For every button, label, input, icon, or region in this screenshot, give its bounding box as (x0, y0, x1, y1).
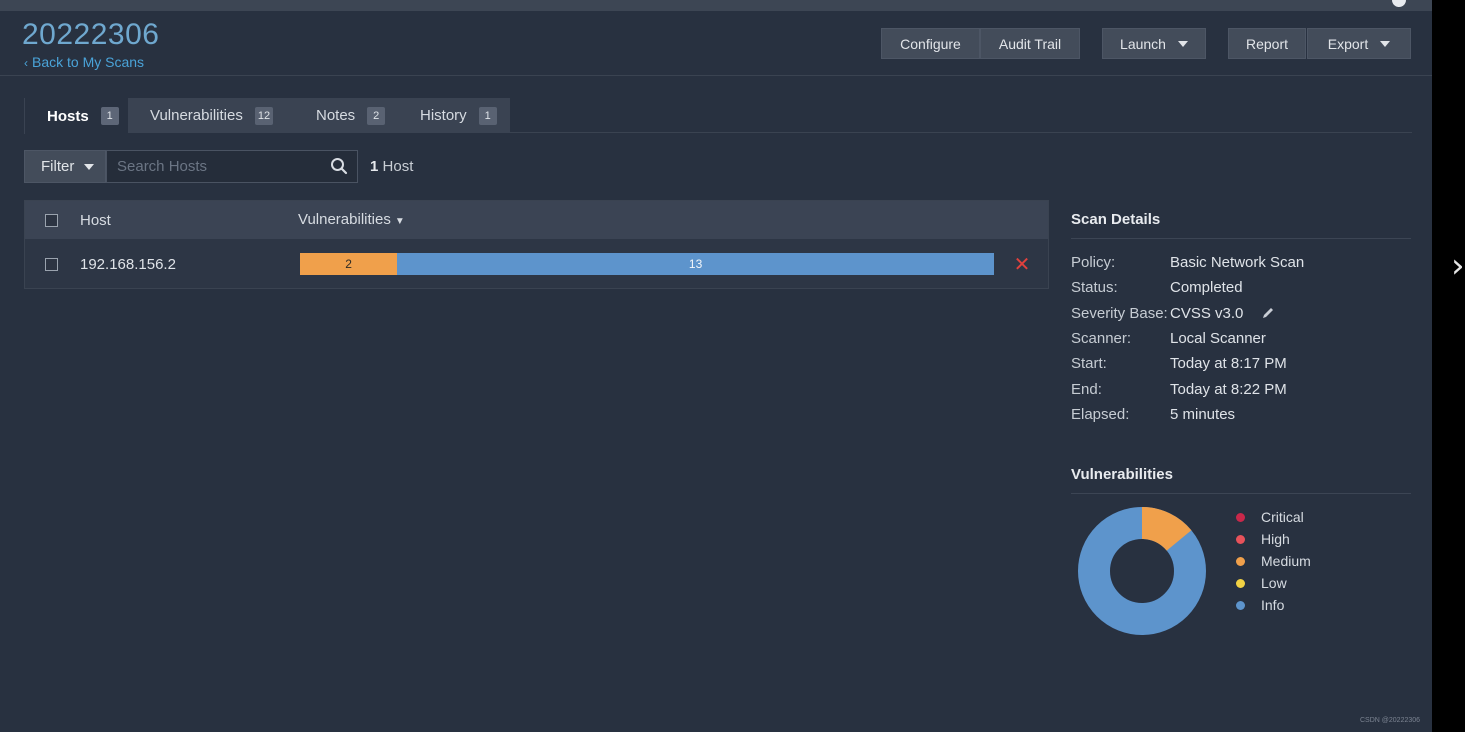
launch-label: Launch (1120, 35, 1166, 52)
detail-value: Local Scanner (1170, 330, 1266, 348)
scan-details-title: Scan Details (1071, 211, 1161, 228)
vulnerabilities-donut-chart (1077, 506, 1207, 636)
detail-row-status: Status: Completed (1071, 275, 1411, 300)
tab-notes-count: 2 (367, 106, 386, 125)
legend-label: Critical (1261, 509, 1304, 525)
host-count-number: 1 (370, 158, 379, 175)
detail-row-start: Start: Today at 8:17 PM (1071, 351, 1411, 376)
vulnerabilities-legend: Critical High Medium Low Info (1234, 506, 1311, 616)
sort-down-icon: ▼ (394, 216, 405, 227)
user-avatar-icon[interactable] (1392, 0, 1406, 7)
legend-label: High (1261, 531, 1290, 547)
tab-vulnerabilities-count: 12 (254, 106, 274, 125)
scan-details-divider (1071, 238, 1411, 239)
tab-notes-label: Notes (316, 107, 356, 124)
detail-value: Today at 8:22 PM (1170, 380, 1287, 398)
launch-button[interactable]: Launch (1102, 28, 1206, 59)
tab-vulnerabilities[interactable]: Vulnerabilities 12 (150, 98, 274, 133)
page-title: 20222306 (22, 18, 160, 51)
detail-key: Severity Base: (1071, 304, 1168, 322)
filter-label: Filter (41, 158, 75, 175)
detail-key: Scanner: (1071, 330, 1132, 348)
high-dot-icon (1236, 534, 1245, 544)
legend-label: Medium (1261, 553, 1311, 569)
vulnerability-bar[interactable]: 2 13 (300, 253, 994, 275)
detail-value: Completed (1170, 279, 1243, 297)
low-dot-icon (1236, 578, 1245, 588)
detail-key: End: (1071, 380, 1102, 398)
tab-bar: Hosts 1 Vulnerabilities 12 Notes 2 History 1 (24, 98, 510, 134)
filter-dropdown[interactable]: Filter (24, 150, 106, 183)
detail-value: Basic Network Scan (1170, 254, 1305, 272)
app-window: 20222306 ‹ Back to My Scans Configure Aud… (0, 0, 1432, 732)
caret-down-icon (1177, 40, 1188, 47)
tab-history-label: History (420, 107, 467, 124)
detail-row-severity-base: Severity Base: CVSS v3.0 (1071, 301, 1411, 326)
detail-key: Status: (1071, 279, 1118, 297)
column-host[interactable]: Host (80, 212, 111, 229)
critical-dot-icon (1236, 512, 1245, 522)
legend-high[interactable]: High (1234, 528, 1311, 550)
medium-segment: 2 (300, 253, 398, 275)
tab-vulnerabilities-label: Vulnerabilities (150, 107, 243, 124)
scan-details: Policy: Basic Network Scan Status: Complet… (1071, 250, 1411, 427)
tab-history[interactable]: History 1 (420, 98, 497, 133)
select-all-checkbox[interactable] (45, 214, 58, 227)
legend-medium[interactable]: Medium (1234, 550, 1311, 572)
row-checkbox[interactable] (45, 258, 58, 271)
tab-hosts[interactable]: Hosts 1 (24, 98, 128, 134)
detail-row-policy: Policy: Basic Network Scan (1071, 250, 1411, 275)
pencil-icon[interactable] (1261, 306, 1275, 320)
tab-hosts-count: 1 (100, 107, 119, 125)
hosts-table: Host Vulnerabilities ▼ 192.168.156.2 2 13… (24, 200, 1049, 289)
tab-hosts-label: Hosts (47, 107, 89, 125)
vulnerabilities-title: Vulnerabilities (1071, 466, 1173, 483)
legend-label: Info (1261, 597, 1285, 613)
top-strip (0, 0, 1432, 11)
detail-row-end: End: Today at 8:22 PM (1071, 376, 1411, 401)
legend-critical[interactable]: Critical (1234, 506, 1311, 528)
vulnerabilities-divider (1071, 493, 1411, 494)
search-icon[interactable] (330, 157, 348, 175)
medium-dot-icon (1236, 556, 1245, 566)
caret-down-icon (84, 163, 95, 170)
report-button[interactable]: Report (1228, 28, 1306, 59)
info-segment: 13 (397, 253, 994, 275)
host-count-label: Host (382, 158, 414, 175)
legend-info[interactable]: Info (1234, 594, 1311, 616)
tab-notes[interactable]: Notes 2 (316, 98, 386, 133)
legend-label: Low (1261, 575, 1287, 591)
detail-key: Policy: (1071, 254, 1116, 272)
table-header: Host Vulnerabilities ▼ (25, 201, 1048, 239)
detail-row-elapsed: Elapsed: 5 minutes (1071, 402, 1411, 427)
header-divider (0, 75, 1432, 76)
watermark: CSDN @20222306 (1360, 717, 1421, 724)
chevron-left-icon: ‹ (24, 56, 28, 70)
detail-key: Elapsed: (1071, 405, 1130, 423)
detail-key: Start: (1071, 355, 1107, 373)
host-ip: 192.168.156.2 (80, 256, 176, 273)
remove-host-icon[interactable]: ✕ (1013, 252, 1031, 276)
host-count: 1 Host (370, 158, 413, 175)
info-dot-icon (1236, 600, 1245, 610)
search-hosts-input[interactable] (106, 150, 358, 183)
detail-value: CVSS v3.0 (1170, 304, 1244, 322)
detail-row-scanner: Scanner: Local Scanner (1071, 326, 1411, 351)
export-label: Export (1327, 35, 1369, 52)
configure-button[interactable]: Configure (881, 28, 980, 59)
detail-value: 5 minutes (1170, 405, 1236, 423)
tab-history-count: 1 (478, 106, 497, 125)
column-vulnerabilities-label: Vulnerabilities (298, 211, 391, 228)
tab-divider (510, 132, 1412, 133)
column-vulnerabilities[interactable]: Vulnerabilities ▼ (298, 211, 405, 228)
legend-low[interactable]: Low (1234, 572, 1311, 594)
detail-value: Today at 8:17 PM (1170, 355, 1287, 373)
chevron-right-icon[interactable]: › (1451, 246, 1465, 286)
back-link-label: Back to My Scans (32, 54, 145, 70)
export-button[interactable]: Export (1307, 28, 1411, 59)
caret-down-icon (1380, 40, 1391, 47)
back-to-scans-link[interactable]: ‹ Back to My Scans (24, 54, 144, 70)
audit-trail-button[interactable]: Audit Trail (980, 28, 1080, 59)
